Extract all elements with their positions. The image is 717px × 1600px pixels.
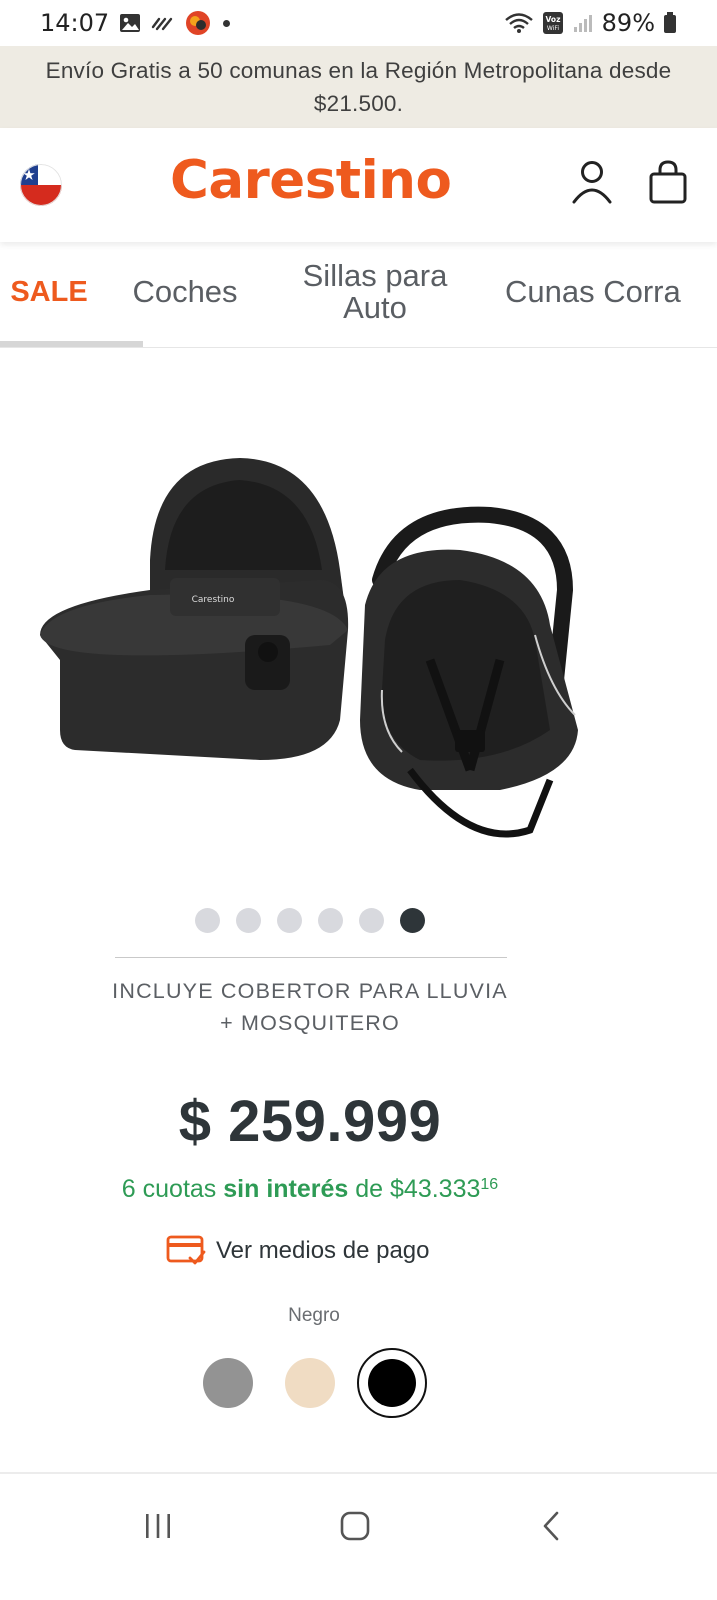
credit-card-icon xyxy=(166,1234,206,1268)
color-swatch-black[interactable] xyxy=(368,1359,416,1407)
recents-icon[interactable] xyxy=(128,1506,188,1546)
color-swatch-beige[interactable] xyxy=(285,1358,335,1408)
chile-flag-icon[interactable] xyxy=(20,164,62,206)
product-feature-text: INCLUYE COBERTOR PARA LLUVIA + MOSQUITER… xyxy=(112,979,508,1035)
selected-color-label: Negro xyxy=(288,1305,340,1326)
installments-info: 6 cuotas sin interés de $43.33316 xyxy=(0,1175,620,1204)
installments-amount: de $43.333 xyxy=(348,1175,481,1203)
signal-squiggle-icon xyxy=(151,13,175,33)
wifi-icon xyxy=(504,12,534,34)
app-badge-icon xyxy=(185,10,211,36)
tab-coches[interactable]: Coches xyxy=(120,242,250,342)
promo-text: Envío Gratis a 50 comunas en la Región M… xyxy=(45,58,672,116)
shopping-bag-icon[interactable] xyxy=(647,160,689,204)
category-tabs: SALE Coches Sillas para Auto Cunas Corra xyxy=(0,242,717,348)
user-icon[interactable] xyxy=(570,158,614,206)
volte-icon: Voz WiFi xyxy=(542,11,564,35)
carousel-dot[interactable] xyxy=(359,908,384,933)
carousel-dot-active[interactable] xyxy=(400,908,425,933)
product-brand-label: Carestino xyxy=(192,595,235,605)
divider xyxy=(0,1472,717,1474)
cell-signal-icon xyxy=(572,12,594,34)
back-icon[interactable] xyxy=(522,1506,582,1546)
notification-dot xyxy=(223,19,231,27)
installments-cents: 16 xyxy=(480,1176,499,1193)
brand-logo[interactable]: Carestino xyxy=(170,150,452,211)
installments-emphasis: sin interés xyxy=(223,1175,349,1203)
color-swatch-gray[interactable] xyxy=(203,1358,253,1408)
svg-text:Voz: Voz xyxy=(545,15,560,24)
battery-icon xyxy=(663,12,677,34)
system-nav-bar xyxy=(0,1478,717,1600)
image-carousel-dots xyxy=(195,908,425,933)
installments-prefix: 6 cuotas xyxy=(121,1175,224,1203)
tab-sale[interactable]: SALE xyxy=(0,242,104,342)
carousel-dot[interactable] xyxy=(236,908,261,933)
payment-methods-link[interactable]: Ver medios de pago xyxy=(166,1234,429,1268)
carousel-dot[interactable] xyxy=(318,908,343,933)
svg-text:WiFi: WiFi xyxy=(547,25,559,32)
tab-sillas-para-auto[interactable]: Sillas para Auto xyxy=(290,242,460,342)
product-image[interactable]: Carestino xyxy=(30,430,600,850)
image-icon xyxy=(119,13,141,33)
carousel-dot[interactable] xyxy=(195,908,220,933)
battery-percent: 89% xyxy=(601,9,655,37)
tab-scroll-indicator xyxy=(0,341,143,347)
payment-methods-label: Ver medios de pago xyxy=(216,1237,430,1264)
status-time: 14:07 xyxy=(40,9,110,37)
status-bar: 14:07 Voz WiFi 89% xyxy=(0,0,717,46)
tab-cunas-corrales[interactable]: Cunas Corra xyxy=(505,242,717,342)
product-price: $ 259.999 xyxy=(178,1089,442,1154)
home-icon[interactable] xyxy=(325,1506,385,1546)
divider xyxy=(115,957,507,958)
site-header: Carestino xyxy=(0,128,717,242)
carousel-dot[interactable] xyxy=(277,908,302,933)
free-shipping-banner[interactable]: Envío Gratis a 50 comunas en la Región M… xyxy=(0,46,717,128)
color-swatches xyxy=(203,1348,433,1418)
